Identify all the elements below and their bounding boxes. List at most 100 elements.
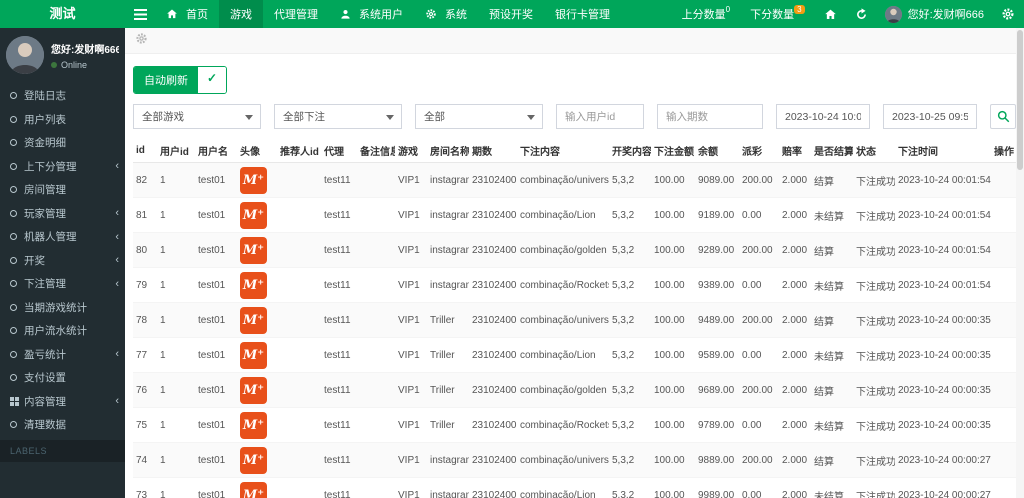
user-icon <box>340 9 355 20</box>
cell-payout: 0.00 <box>739 268 779 303</box>
nav-item-5[interactable]: 预设开奖 <box>478 0 544 28</box>
circle-icon <box>10 257 17 264</box>
date-to-input[interactable] <box>883 104 977 129</box>
table-row[interactable]: 75 1 test01 M⁺ test11 VIP1 Triller 23102… <box>133 408 1023 443</box>
bet-filter-select[interactable]: 全部下注 <box>274 104 402 129</box>
cell-bet-amount: 100.00 <box>651 478 695 498</box>
settings-gear-icon[interactable] <box>135 32 148 50</box>
table-row[interactable]: 77 1 test01 M⁺ test11 VIP1 Triller 23102… <box>133 338 1023 373</box>
search-button[interactable] <box>990 104 1016 129</box>
chevron-left-icon: ‹ <box>115 278 119 290</box>
table-row[interactable]: 80 1 test01 M⁺ test11 VIP1 instagram 231… <box>133 233 1023 268</box>
circle-icon <box>10 92 17 99</box>
cogs-icon[interactable] <box>992 0 1024 28</box>
cell-agent: test11 <box>321 443 357 478</box>
cell-bet-content: combinação/golden car <box>517 233 609 268</box>
cell-odds: 2.000 <box>779 268 811 303</box>
date-from-input[interactable] <box>776 104 870 129</box>
auto-refresh-toggle[interactable]: 自动刷新 ✓ <box>133 66 227 94</box>
nav-item-1[interactable]: 游戏 <box>219 0 263 28</box>
nav-item-4[interactable]: 系统 <box>414 0 478 28</box>
cell-username: test01 <box>195 163 237 198</box>
cell-game: VIP1 <box>395 163 427 198</box>
cell-user-id: 1 <box>157 373 195 408</box>
sidebar-item-13[interactable]: 内容管理 ‹ <box>0 390 125 414</box>
user-menu[interactable]: 您好:发财啊666 <box>877 0 992 28</box>
sidebar-item-5[interactable]: 玩家管理 ‹ <box>0 202 125 226</box>
hamburger-menu-icon[interactable] <box>125 0 155 28</box>
table-row[interactable]: 79 1 test01 M⁺ test11 VIP1 instagram 231… <box>133 268 1023 303</box>
cell-bet-content: combinação/universe <box>517 443 609 478</box>
table-row[interactable]: 74 1 test01 M⁺ test11 VIP1 instagram 231… <box>133 443 1023 478</box>
sidebar-item-9[interactable]: 当期游戏统计 <box>0 296 125 320</box>
sidebar-item-2[interactable]: 资金明细 <box>0 131 125 155</box>
chevron-down-icon <box>386 115 394 120</box>
sidebar-item-11[interactable]: 盈亏统计 ‹ <box>0 343 125 367</box>
game-filter-select[interactable]: 全部游戏 <box>133 104 261 129</box>
user-id-input[interactable] <box>556 104 644 129</box>
column-header-18: 下注时间 <box>895 139 991 163</box>
sidebar-item-12[interactable]: 支付设置 <box>0 366 125 390</box>
column-header-2: 用户名 <box>195 139 237 163</box>
cell-avatar: M⁺ <box>237 478 277 498</box>
cell-odds: 2.000 <box>779 303 811 338</box>
cell-user-id: 1 <box>157 443 195 478</box>
cell-referrer-id <box>277 303 321 338</box>
cell-bet-amount: 100.00 <box>651 163 695 198</box>
app-logo[interactable]: 测试 <box>0 0 125 28</box>
nav-item-2[interactable]: 代理管理 <box>263 0 329 28</box>
sidebar-item-8[interactable]: 下注管理 ‹ <box>0 272 125 296</box>
table-row[interactable]: 78 1 test01 M⁺ test11 VIP1 Triller 23102… <box>133 303 1023 338</box>
scrollbar[interactable] <box>1016 28 1024 498</box>
cell-balance: 9289.00 <box>695 233 739 268</box>
cell-room-name: instagram <box>427 233 469 268</box>
sidebar-item-6[interactable]: 机器人管理 ‹ <box>0 225 125 249</box>
cell-period: 231024001 <box>469 478 517 498</box>
nav-item-0[interactable]: 首页 <box>155 0 219 28</box>
sidebar-menu: 登陆日志 用户列表 资金明细 上下分管理 ‹ 房间管理 玩家管理 ‹ 机器人管理… <box>0 84 125 437</box>
room-logo-icon: M⁺ <box>240 272 267 299</box>
nav-item-6[interactable]: 银行卡管理 <box>544 0 621 28</box>
status-filter-select[interactable]: 全部 <box>415 104 543 129</box>
cell-odds: 2.000 <box>779 478 811 498</box>
cell-payout: 0.00 <box>739 478 779 498</box>
chevron-left-icon: ‹ <box>115 207 119 219</box>
circle-icon <box>10 351 17 358</box>
table-row[interactable]: 82 1 test01 M⁺ test11 VIP1 instagram 231… <box>133 163 1023 198</box>
sidebar-item-3[interactable]: 上下分管理 ‹ <box>0 155 125 179</box>
cell-period: 231024001 <box>469 268 517 303</box>
table-row[interactable]: 81 1 test01 M⁺ test11 VIP1 instagram 231… <box>133 198 1023 233</box>
cell-remark <box>357 408 395 443</box>
sidebar-item-1[interactable]: 用户列表 <box>0 108 125 132</box>
sidebar-item-0[interactable]: 登陆日志 <box>0 84 125 108</box>
chevron-down-icon <box>245 115 253 120</box>
circle-icon <box>10 210 17 217</box>
cell-room-name: instagram <box>427 478 469 498</box>
filter-bar: 全部游戏 全部下注 全部 <box>133 104 1016 129</box>
period-input[interactable] <box>657 104 763 129</box>
cell-balance: 9889.00 <box>695 443 739 478</box>
cell-bet-content: combinação/universe <box>517 303 609 338</box>
cell-user-id: 1 <box>157 163 195 198</box>
cell-user-id: 1 <box>157 233 195 268</box>
refresh-icon[interactable] <box>846 0 877 28</box>
sidebar-item-4[interactable]: 房间管理 <box>0 178 125 202</box>
cell-bet-time: 2023-10-24 00:00:35 <box>895 338 991 373</box>
cell-remark <box>357 478 395 498</box>
sidebar-item-10[interactable]: 用户流水统计 <box>0 319 125 343</box>
up-score-count-button[interactable]: 上分数量0 <box>672 0 740 28</box>
scrollbar-thumb[interactable] <box>1017 30 1023 170</box>
nav-item-3[interactable]: 系统用户 <box>329 0 414 28</box>
down-score-count-button[interactable]: 下分数量3 <box>740 0 814 28</box>
home-icon[interactable] <box>815 0 846 28</box>
sidebar-item-label: 玩家管理 <box>24 206 112 221</box>
sidebar-item-14[interactable]: 清理数据 <box>0 413 125 437</box>
sidebar-item-7[interactable]: 开奖 ‹ <box>0 249 125 273</box>
table-row[interactable]: 76 1 test01 M⁺ test11 VIP1 Triller 23102… <box>133 373 1023 408</box>
cell-period: 231024001 <box>469 303 517 338</box>
table-row[interactable]: 73 1 test01 M⁺ test11 VIP1 instagram 231… <box>133 478 1023 498</box>
cell-draw-result: 5,3,2 <box>609 443 651 478</box>
column-header-14: 派彩 <box>739 139 779 163</box>
cell-remark <box>357 338 395 373</box>
column-header-8: 房间名称 <box>427 139 469 163</box>
